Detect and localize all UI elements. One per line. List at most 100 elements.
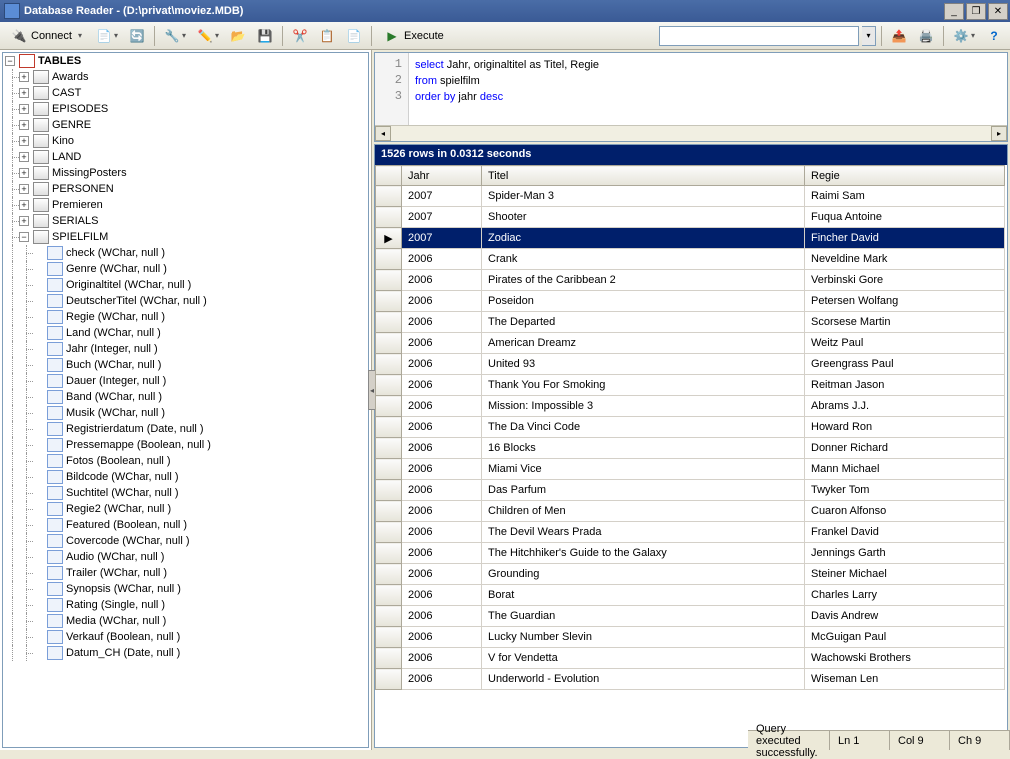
tools-button[interactable]: 🔧 (160, 25, 190, 47)
cell-regie[interactable]: Greengrass Paul (805, 354, 1005, 375)
cell-regie[interactable]: Howard Ron (805, 417, 1005, 438)
row-header[interactable] (376, 501, 402, 522)
tree-column[interactable]: Registrierdatum (Date, null ) (3, 421, 368, 437)
tree-column[interactable]: Originaltitel (WChar, null ) (3, 277, 368, 293)
tree-column[interactable]: Featured (Boolean, null ) (3, 517, 368, 533)
cell-titel[interactable]: The Departed (482, 312, 805, 333)
sql-hscroll[interactable]: ◂ ▸ (375, 125, 1007, 141)
expand-icon[interactable]: + (19, 104, 29, 114)
cell-jahr[interactable]: 2006 (402, 669, 482, 690)
tree-table-awards[interactable]: + Awards (3, 69, 368, 85)
row-header[interactable] (376, 249, 402, 270)
cell-regie[interactable]: Frankel David (805, 522, 1005, 543)
row-header[interactable] (376, 564, 402, 585)
cell-regie[interactable]: Abrams J.J. (805, 396, 1005, 417)
table-row[interactable]: 2006 Pirates of the Caribbean 2 Verbinsk… (376, 270, 1005, 291)
tree-column[interactable]: Regie (WChar, null ) (3, 309, 368, 325)
tree-column[interactable]: Datum_CH (Date, null ) (3, 645, 368, 661)
tree-column[interactable]: check (WChar, null ) (3, 245, 368, 261)
cell-jahr[interactable]: 2006 (402, 648, 482, 669)
cell-titel[interactable]: Poseidon (482, 291, 805, 312)
cell-titel[interactable]: V for Vendetta (482, 648, 805, 669)
cell-jahr[interactable]: 2007 (402, 228, 482, 249)
cell-regie[interactable]: Neveldine Mark (805, 249, 1005, 270)
cell-jahr[interactable]: 2007 (402, 186, 482, 207)
table-row[interactable]: ▶ 2007 Zodiac Fincher David (376, 228, 1005, 249)
cell-regie[interactable]: Fuqua Antoine (805, 207, 1005, 228)
copy-button[interactable]: 📋 (315, 25, 339, 47)
tree-table-genre[interactable]: + GENRE (3, 117, 368, 133)
pencil-button[interactable]: ✏️ (193, 25, 223, 47)
cut-button[interactable]: ✂️ (288, 25, 312, 47)
open-button[interactable]: 📂 (226, 25, 250, 47)
cell-titel[interactable]: Miami Vice (482, 459, 805, 480)
cell-regie[interactable]: Reitman Jason (805, 375, 1005, 396)
cell-jahr[interactable]: 2006 (402, 375, 482, 396)
cell-regie[interactable]: Raimi Sam (805, 186, 1005, 207)
column-header[interactable]: Regie (805, 166, 1005, 186)
tree-table-missingposters[interactable]: + MissingPosters (3, 165, 368, 181)
row-header[interactable] (376, 291, 402, 312)
expand-icon[interactable]: + (19, 200, 29, 210)
cell-regie[interactable]: Steiner Michael (805, 564, 1005, 585)
table-row[interactable]: 2007 Spider-Man 3 Raimi Sam (376, 186, 1005, 207)
minimize-button[interactable]: _ (944, 3, 964, 20)
cell-jahr[interactable]: 2006 (402, 480, 482, 501)
table-row[interactable]: 2006 Poseidon Petersen Wolfang (376, 291, 1005, 312)
expand-icon[interactable]: + (19, 216, 29, 226)
expand-icon[interactable]: + (19, 136, 29, 146)
tree-column[interactable]: Genre (WChar, null ) (3, 261, 368, 277)
save-button[interactable]: 💾 (253, 25, 277, 47)
cell-regie[interactable]: Cuaron Alfonso (805, 501, 1005, 522)
connect-button[interactable]: 🔌 Connect (4, 25, 89, 47)
execute-button[interactable]: ▶ Execute (377, 25, 451, 47)
cell-titel[interactable]: United 93 (482, 354, 805, 375)
column-header[interactable]: Jahr (402, 166, 482, 186)
cell-jahr[interactable]: 2006 (402, 354, 482, 375)
table-row[interactable]: 2006 Das Parfum Twyker Tom (376, 480, 1005, 501)
row-header[interactable] (376, 585, 402, 606)
tree-column[interactable]: Pressemappe (Boolean, null ) (3, 437, 368, 453)
tree-table-land[interactable]: + LAND (3, 149, 368, 165)
cell-titel[interactable]: The Hitchhiker's Guide to the Galaxy (482, 543, 805, 564)
table-row[interactable]: 2007 Shooter Fuqua Antoine (376, 207, 1005, 228)
scroll-left-icon[interactable]: ◂ (375, 126, 391, 141)
db-tree[interactable]: − TABLES + Awards + CAST + EPISODES + GE… (3, 53, 368, 747)
cell-regie[interactable]: Donner Richard (805, 438, 1005, 459)
row-header-corner[interactable] (376, 166, 402, 186)
cell-titel[interactable]: Spider-Man 3 (482, 186, 805, 207)
table-row[interactable]: 2006 Miami Vice Mann Michael (376, 459, 1005, 480)
row-header[interactable] (376, 438, 402, 459)
cell-jahr[interactable]: 2006 (402, 543, 482, 564)
row-header[interactable] (376, 627, 402, 648)
table-row[interactable]: 2006 Mission: Impossible 3 Abrams J.J. (376, 396, 1005, 417)
tree-column[interactable]: DeutscherTitel (WChar, null ) (3, 293, 368, 309)
tree-column[interactable]: Fotos (Boolean, null ) (3, 453, 368, 469)
cell-regie[interactable]: McGuigan Paul (805, 627, 1005, 648)
cell-regie[interactable]: Fincher David (805, 228, 1005, 249)
tree-table-spielfilm[interactable]: − SPIELFILM (3, 229, 368, 245)
cell-jahr[interactable]: 2006 (402, 312, 482, 333)
table-row[interactable]: 2006 V for Vendetta Wachowski Brothers (376, 648, 1005, 669)
expand-icon[interactable]: + (19, 152, 29, 162)
close-button[interactable]: ✕ (988, 3, 1008, 20)
row-header[interactable] (376, 417, 402, 438)
cell-titel[interactable]: Mission: Impossible 3 (482, 396, 805, 417)
cell-regie[interactable]: Verbinski Gore (805, 270, 1005, 291)
table-row[interactable]: 2006 The Departed Scorsese Martin (376, 312, 1005, 333)
row-header[interactable] (376, 648, 402, 669)
cell-titel[interactable]: Grounding (482, 564, 805, 585)
table-row[interactable]: 2006 The Hitchhiker's Guide to the Galax… (376, 543, 1005, 564)
paste-button[interactable]: 📄 (342, 25, 366, 47)
search-dropdown[interactable]: ▾ (862, 26, 876, 46)
cell-jahr[interactable]: 2006 (402, 270, 482, 291)
table-row[interactable]: 2006 The Guardian Davis Andrew (376, 606, 1005, 627)
tree-table-serials[interactable]: + SERIALS (3, 213, 368, 229)
tree-table-episodes[interactable]: + EPISODES (3, 101, 368, 117)
tree-table-cast[interactable]: + CAST (3, 85, 368, 101)
table-row[interactable]: 2006 Grounding Steiner Michael (376, 564, 1005, 585)
expand-icon[interactable]: + (19, 120, 29, 130)
cell-titel[interactable]: Shooter (482, 207, 805, 228)
tree-column[interactable]: Audio (WChar, null ) (3, 549, 368, 565)
search-input[interactable] (659, 26, 859, 46)
